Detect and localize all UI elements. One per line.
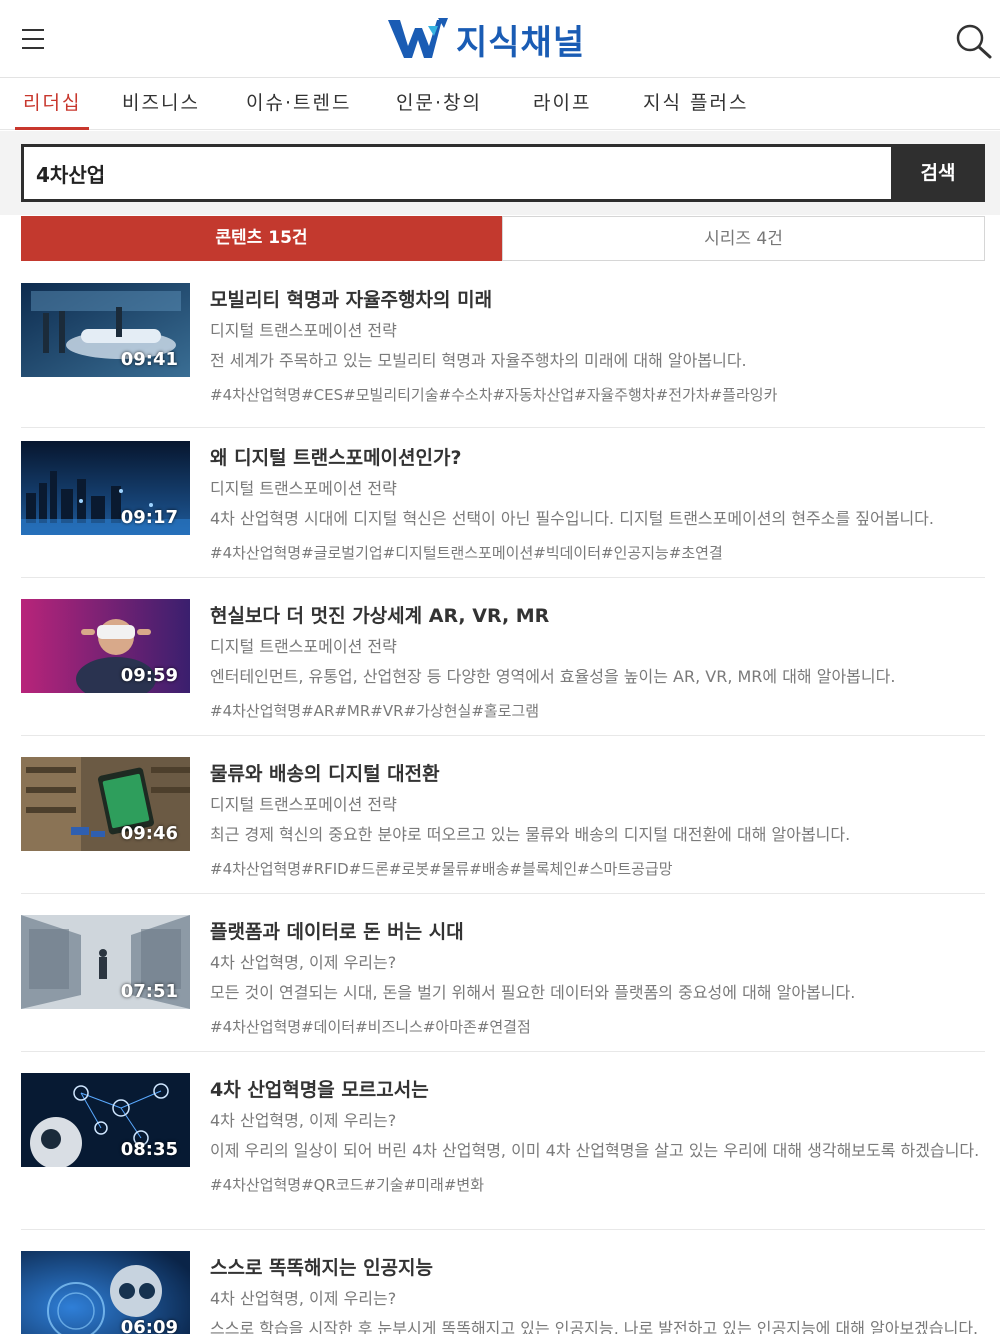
item-tags: #4차산업혁명#데이터#비즈니스#아마존#연결점 — [210, 1018, 531, 1036]
video-duration: 07:51 — [120, 981, 178, 1002]
site-logo[interactable]: 지식채널 — [388, 14, 585, 64]
video-thumbnail[interactable]: 09:59 — [21, 599, 190, 693]
item-title[interactable]: 스스로 똑똑해지는 인공지능 — [210, 1254, 985, 1282]
menu-bar — [22, 47, 44, 49]
item-series: 디지털 트랜스포메이션 전략 — [210, 795, 397, 814]
tab-contents[interactable]: 콘텐츠 15건 — [21, 216, 502, 261]
nav-item-leadership[interactable]: 리더십 — [14, 78, 90, 130]
item-title[interactable]: 왜 디지털 트랜스포메이션인가? — [210, 444, 985, 472]
item-series: 디지털 트랜스포메이션 전략 — [210, 321, 397, 340]
item-meta: 물류와 배송의 디지털 대전환 디지털 트랜스포메이션 전략 최근 경제 혁신의… — [210, 760, 985, 884]
search-button[interactable]: 검색 — [891, 144, 985, 202]
video-thumbnail[interactable]: 08:35 — [21, 1073, 190, 1167]
item-tags: #4차산업혁명#RFID#드론#로봇#물류#배송#블록체인#스마트공급망 — [210, 860, 673, 878]
video-thumbnail[interactable]: 07:51 — [21, 915, 190, 1009]
video-duration: 09:46 — [120, 823, 178, 844]
item-tags: #4차산업혁명#QR코드#기술#미래#변화 — [210, 1176, 485, 1194]
list-item[interactable]: 09:46 물류와 배송의 디지털 대전환 디지털 트랜스포메이션 전략 최근 … — [21, 736, 985, 894]
item-series: 디지털 트랜스포메이션 전략 — [210, 479, 397, 498]
hamburger-menu-icon[interactable] — [18, 24, 50, 54]
result-tabs: 콘텐츠 15건 시리즈 4건 — [21, 216, 985, 261]
item-description: 최근 경제 혁신의 중요한 분야로 떠오르고 있는 물류와 배송의 디지털 대전… — [210, 825, 851, 844]
item-description: 스스로 학습을 시작한 후 눈부시게 똑똑해지고 있는 인공지능, 나로 발전하… — [210, 1319, 979, 1334]
nav-item-issue-trend[interactable]: 이슈·트렌드 — [246, 78, 351, 130]
list-item[interactable]: 09:41 모빌리티 혁명과 자율주행차의 미래 디지털 트랜스포메이션 전략 … — [21, 262, 985, 428]
item-description: 전 세계가 주목하고 있는 모빌리티 혁명과 자율주행차의 미래에 대해 알아봅… — [210, 351, 747, 370]
list-item[interactable]: 09:59 현실보다 더 멋진 가상세계 AR, VR, MR 디지털 트랜스포… — [21, 578, 985, 736]
menu-bar — [22, 29, 44, 31]
item-title[interactable]: 플랫폼과 데이터로 돈 버는 시대 — [210, 918, 985, 946]
search-area: 검색 — [0, 131, 1000, 215]
list-item[interactable]: 07:51 플랫폼과 데이터로 돈 버는 시대 4차 산업혁명, 이제 우리는?… — [21, 894, 985, 1052]
nav-item-business[interactable]: 비즈니스 — [122, 78, 200, 130]
top-header: 지식채널 — [0, 0, 1000, 78]
list-item[interactable]: 09:17 왜 디지털 트랜스포메이션인가? 디지털 트랜스포메이션 전략 4차… — [21, 420, 985, 578]
item-description: 엔터테인먼트, 유통업, 산업현장 등 다양한 영역에서 효율성을 높이는 AR… — [210, 667, 896, 686]
video-duration: 09:41 — [120, 349, 178, 370]
video-thumbnail[interactable]: 06:09 — [21, 1251, 190, 1334]
item-title[interactable]: 현실보다 더 멋진 가상세계 AR, VR, MR — [210, 602, 985, 630]
category-nav: 리더십 비즈니스 이슈·트렌드 인문·창의 라이프 지식 플러스 — [0, 78, 1000, 130]
video-duration: 08:35 — [120, 1139, 178, 1160]
logo-text: 지식채널 — [456, 22, 586, 63]
item-series: 4차 산업혁명, 이제 우리는? — [210, 953, 397, 972]
item-title[interactable]: 물류와 배송의 디지털 대전환 — [210, 760, 985, 788]
search-input[interactable] — [21, 144, 891, 202]
video-duration: 06:09 — [120, 1317, 178, 1334]
item-meta: 현실보다 더 멋진 가상세계 AR, VR, MR 디지털 트랜스포메이션 전략… — [210, 602, 985, 726]
nav-item-humanities[interactable]: 인문·창의 — [396, 78, 482, 130]
item-meta: 4차 산업혁명을 모르고서는 4차 산업혁명, 이제 우리는? 이제 우리의 일… — [210, 1076, 985, 1200]
item-description: 4차 산업혁명 시대에 디지털 혁신은 선택이 아닌 필수입니다. 디지털 트랜… — [210, 509, 934, 528]
list-item[interactable]: 06:09 스스로 똑똑해지는 인공지능 4차 산업혁명, 이제 우리는? 스스… — [21, 1230, 985, 1334]
menu-bar — [22, 38, 44, 40]
search-icon[interactable] — [952, 20, 996, 60]
item-series: 4차 산업혁명, 이제 우리는? — [210, 1111, 397, 1130]
item-tags: #4차산업혁명#AR#MR#VR#가상현실#홀로그램 — [210, 702, 540, 720]
item-description: 이제 우리의 일상이 되어 버린 4차 산업혁명, 이미 4차 산업혁명을 살고… — [210, 1141, 980, 1160]
item-meta: 플랫폼과 데이터로 돈 버는 시대 4차 산업혁명, 이제 우리는? 모든 것이… — [210, 918, 985, 1042]
video-thumbnail[interactable]: 09:17 — [21, 441, 190, 535]
item-series: 디지털 트랜스포메이션 전략 — [210, 637, 397, 656]
tab-series[interactable]: 시리즈 4건 — [502, 216, 985, 261]
item-meta: 왜 디지털 트랜스포메이션인가? 디지털 트랜스포메이션 전략 4차 산업혁명 … — [210, 444, 985, 568]
item-meta: 모빌리티 혁명과 자율주행차의 미래 디지털 트랜스포메이션 전략 전 세계가 … — [210, 286, 985, 410]
item-tags: #4차산업혁명#CES#모빌리티기술#수소차#자동차산업#자율주행차#전가차#플… — [210, 386, 778, 404]
list-item[interactable]: 08:35 4차 산업혁명을 모르고서는 4차 산업혁명, 이제 우리는? 이제… — [21, 1052, 985, 1230]
w-logo-icon — [388, 18, 448, 58]
video-thumbnail[interactable]: 09:41 — [21, 283, 190, 377]
item-tags: #4차산업혁명#글로벌기업#디지털트랜스포메이션#빅데이터#인공지능#초연결 — [210, 544, 723, 562]
video-thumbnail[interactable]: 09:46 — [21, 757, 190, 851]
video-duration: 09:59 — [120, 665, 178, 686]
item-series: 4차 산업혁명, 이제 우리는? — [210, 1289, 397, 1308]
video-duration: 09:17 — [120, 507, 178, 528]
item-description: 모든 것이 연결되는 시대, 돈을 벌기 위해서 필요한 데이터와 플랫폼의 중… — [210, 983, 856, 1002]
nav-item-life[interactable]: 라이프 — [533, 78, 591, 130]
nav-item-knowledge-plus[interactable]: 지식 플러스 — [643, 78, 748, 130]
item-meta: 스스로 똑똑해지는 인공지능 4차 산업혁명, 이제 우리는? 스스로 학습을 … — [210, 1254, 985, 1334]
item-title[interactable]: 모빌리티 혁명과 자율주행차의 미래 — [210, 286, 985, 314]
item-title[interactable]: 4차 산업혁명을 모르고서는 — [210, 1076, 985, 1104]
